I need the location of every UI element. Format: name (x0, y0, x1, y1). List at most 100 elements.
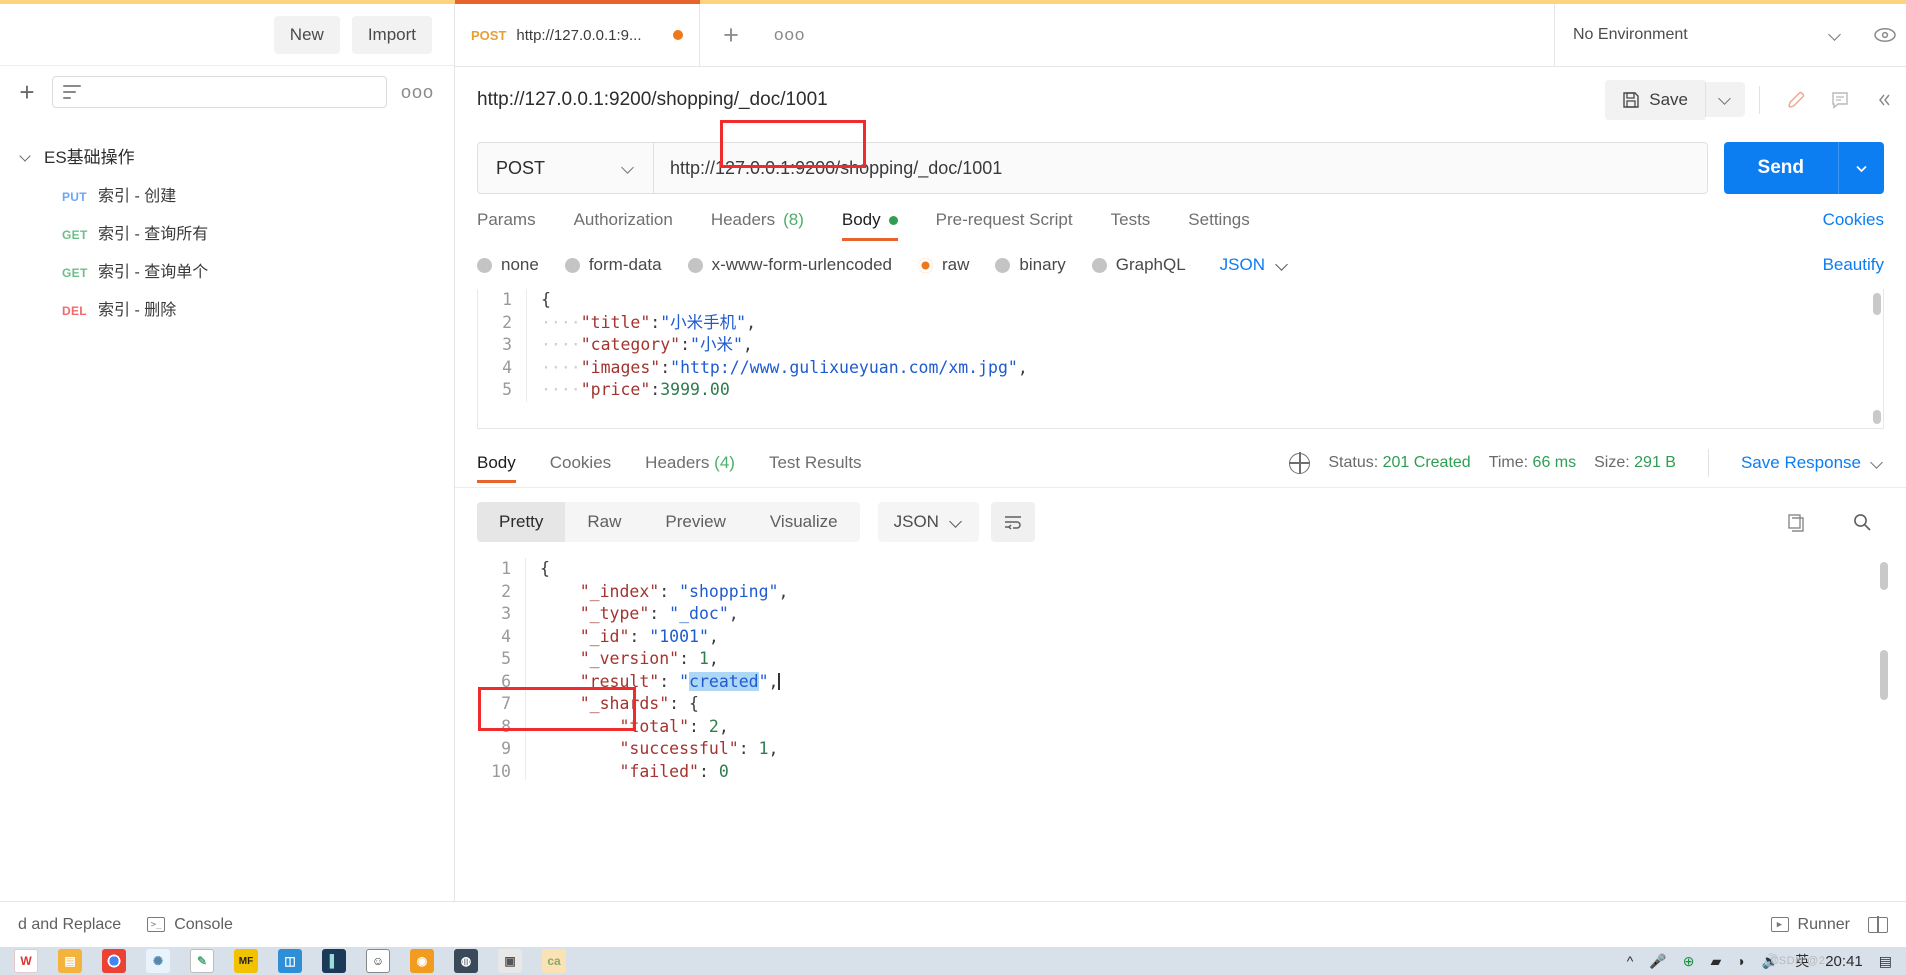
open-request-tab[interactable]: POST http://127.0.0.1:9... (455, 4, 700, 66)
code-text[interactable]: "successful": 1, (525, 738, 1906, 761)
import-button[interactable]: Import (351, 15, 432, 54)
request-item-delete[interactable]: DEL 索引 - 删除 (0, 289, 454, 327)
code-text[interactable]: "_shards": { (525, 693, 1906, 716)
wifi-icon[interactable]: ◗ (1737, 953, 1745, 969)
code-text[interactable]: ····"images":"http://www.gulixueyuan.com… (526, 356, 1883, 379)
request-body-scrollbar[interactable] (1873, 293, 1881, 424)
vmware-icon[interactable]: ◫ (278, 949, 302, 973)
body-type-urlencoded[interactable]: x-www-form-urlencoded (687, 255, 892, 275)
request-item-put-create[interactable]: PUT 索引 - 创建 (0, 175, 454, 213)
response-format-selector[interactable]: JSON (877, 502, 979, 542)
tab-tests[interactable]: Tests (1111, 210, 1151, 241)
save-options-button[interactable] (1705, 82, 1745, 117)
body-format-selector[interactable]: JSON (1220, 255, 1289, 275)
code-text[interactable]: { (525, 558, 1906, 581)
wps-icon[interactable]: W (14, 949, 38, 973)
tab-more-icon[interactable]: ooo (762, 4, 817, 66)
add-icon[interactable]: + (12, 77, 42, 107)
media-icon[interactable]: ▣ (498, 949, 522, 973)
copy-icon[interactable] (1774, 502, 1818, 542)
response-tab-body[interactable]: Body (477, 453, 516, 483)
console-button[interactable]: >_ Console (147, 916, 233, 934)
beautify-link[interactable]: Beautify (1823, 255, 1884, 275)
scrollbar-thumb-mid[interactable] (1880, 650, 1888, 700)
environment-selector[interactable]: No Environment (1554, 4, 1864, 66)
tab-body[interactable]: Body (841, 210, 898, 241)
new-tab-icon[interactable]: + (700, 4, 762, 66)
sidebar-more-icon[interactable]: ooo (397, 82, 438, 103)
body-type-none[interactable]: none (477, 255, 539, 275)
search-input[interactable] (52, 76, 387, 108)
edit-icon[interactable] (1774, 80, 1818, 120)
cookies-link[interactable]: Cookies (1823, 210, 1884, 241)
scrollbar-thumb[interactable] (1880, 562, 1888, 590)
save-response-button[interactable]: Save Response (1741, 453, 1884, 473)
code-text[interactable]: "failed": 0 (525, 760, 1906, 780)
request-body-code[interactable]: 1{2 ····"title":"小米手机", 3 ····"category":"小… (478, 289, 1883, 402)
code-text[interactable]: "result": "created", (525, 670, 1906, 693)
code-text[interactable]: "_id": "1001", (525, 625, 1906, 648)
body-type-graphql[interactable]: GraphQL (1091, 255, 1186, 275)
body-type-binary[interactable]: binary (995, 255, 1066, 275)
tab-headers[interactable]: Headers (8) (711, 210, 804, 241)
send-button[interactable]: Send (1723, 142, 1838, 194)
code-text[interactable]: "_type": "_doc", (525, 603, 1906, 626)
code-text[interactable]: "_index": "shopping", (525, 580, 1906, 603)
tab-settings[interactable]: Settings (1188, 210, 1249, 241)
mf-icon[interactable]: MF (234, 949, 258, 973)
code-text[interactable]: ····"category":"小米", (526, 334, 1883, 357)
comment-icon[interactable] (1818, 80, 1862, 120)
battery-icon[interactable]: ▰ (1711, 953, 1722, 970)
response-body-code[interactable]: 1{2 "_index": "shopping", 3 "_type": "_do… (477, 558, 1906, 780)
editor-icon[interactable]: ca (542, 949, 566, 973)
view-mode-visualize[interactable]: Visualize (748, 502, 860, 542)
terminal-icon[interactable]: ▌ (322, 949, 346, 973)
shield-icon[interactable]: ⊕ (1683, 953, 1695, 970)
body-type-form-data[interactable]: form-data (564, 255, 662, 275)
environment-quick-look-icon[interactable] (1864, 4, 1906, 66)
code-text[interactable]: "total": 2, (525, 715, 1906, 738)
tab-authorization[interactable]: Authorization (574, 210, 673, 241)
collapse-panel-icon[interactable] (1862, 80, 1906, 120)
file-explorer-icon[interactable]: ▤ (58, 949, 82, 973)
code-text[interactable]: "_version": 1, (525, 648, 1906, 671)
request-body-editor[interactable]: 1{2 ····"title":"小米手机", 3 ····"category":"小… (477, 289, 1884, 429)
view-mode-preview[interactable]: Preview (643, 502, 747, 542)
app-icon-orange[interactable]: ◉ (410, 949, 434, 973)
code-text[interactable]: ····"title":"小米手机", (526, 311, 1883, 334)
code-text[interactable]: ····"price":3999.00 (526, 379, 1883, 402)
network-app-icon[interactable]: ✺ (146, 949, 170, 973)
response-tab-headers[interactable]: Headers (4) (645, 453, 735, 483)
url-input[interactable]: http://127.0.0.1:9200/shopping/_doc/1001 (653, 142, 1708, 194)
runner-button[interactable]: ▶ Runner (1770, 916, 1850, 934)
wrap-lines-icon[interactable] (990, 502, 1035, 542)
layout-toggle-icon[interactable] (1868, 916, 1888, 933)
response-body-editor[interactable]: 1{2 "_index": "shopping", 3 "_type": "_do… (455, 558, 1906, 780)
tab-params[interactable]: Params (477, 210, 536, 241)
notepad-icon[interactable]: ✎ (190, 949, 214, 973)
chrome-icon[interactable] (102, 949, 126, 973)
request-item-get-one[interactable]: GET 索引 - 查询单个 (0, 251, 454, 289)
notifications-icon[interactable]: ▤ (1879, 953, 1892, 970)
code-text[interactable]: { (526, 289, 1883, 312)
tray-expand-icon[interactable]: ^ (1627, 953, 1634, 969)
new-button[interactable]: New (273, 15, 340, 54)
request-item-get-all[interactable]: GET 索引 - 查询所有 (0, 213, 454, 251)
tab-pre-request-script[interactable]: Pre-request Script (936, 210, 1073, 241)
find-and-replace-button[interactable]: d and Replace (18, 916, 121, 934)
response-body-scrollbar[interactable] (1880, 562, 1888, 776)
smiley-icon[interactable]: ☺ (366, 949, 390, 973)
response-tab-cookies[interactable]: Cookies (550, 453, 611, 483)
microphone-icon[interactable]: 🎤 (1649, 953, 1666, 970)
collection-item[interactable]: ES基础操作 (0, 136, 454, 175)
scrollbar-thumb[interactable] (1873, 293, 1881, 315)
search-icon[interactable] (1840, 502, 1884, 542)
response-tab-test-results[interactable]: Test Results (769, 453, 862, 483)
view-mode-pretty[interactable]: Pretty (477, 502, 566, 542)
postman-icon[interactable]: ◍ (454, 949, 478, 973)
scrollbar-thumb-bottom[interactable] (1873, 410, 1881, 424)
save-button[interactable]: Save (1605, 79, 1705, 120)
send-options-button[interactable] (1838, 142, 1884, 194)
body-type-raw[interactable]: raw (918, 255, 969, 275)
view-mode-raw[interactable]: Raw (565, 502, 643, 542)
